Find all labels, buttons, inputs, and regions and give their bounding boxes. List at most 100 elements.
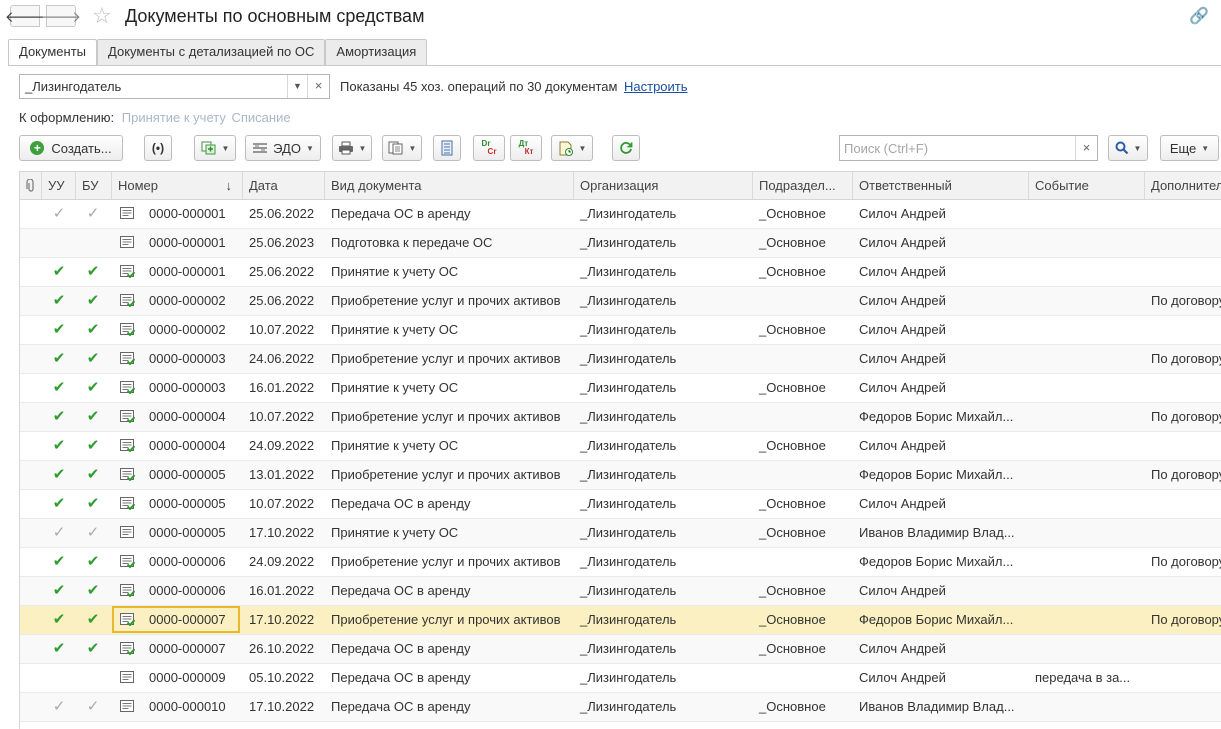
column-header-department[interactable]: Подраздел... [753, 172, 853, 199]
checkmark-icon: ✔ [86, 408, 100, 425]
cell-doc-type: Подготовка к передаче ОС [331, 235, 493, 250]
attachment-column-header[interactable] [20, 172, 42, 199]
organization-filter[interactable]: _Лизингодатель ▼ × [19, 74, 330, 99]
table-row[interactable]: ✔ ✔ 0000-000002 10.07.2022 Принятие к учету … [20, 316, 1221, 345]
chevron-down-icon: ▼ [408, 143, 417, 153]
table-row[interactable]: ✔ ✔ 0000-000003 24.06.2022 Приобретение услу… [20, 345, 1221, 374]
cell-event [1029, 432, 1145, 460]
cell-date: 10.07.2022 [249, 322, 315, 337]
cell-responsible: Федоров Борис Михайл... [859, 612, 1014, 627]
table-row[interactable]: 0000-000001 25.06.2023 Подготовка к переда… [20, 229, 1221, 258]
table-row[interactable]: ✔ ✔ 0000-000003 16.01.2022 Принятие к учету … [20, 374, 1221, 403]
edo-button[interactable]: ЭДО ▼ [245, 135, 321, 161]
column-header-bu[interactable]: БУ [76, 172, 112, 199]
printer-icon [338, 141, 353, 155]
table-row[interactable]: ✔ ✔ 0000-000001 25.06.2022 Принятие к учету … [20, 258, 1221, 287]
cell-responsible: Силоч Андрей [859, 496, 946, 511]
chevron-down-icon[interactable]: ▼ [287, 75, 307, 98]
cell-extra: По договору [1151, 293, 1221, 308]
print-button[interactable]: ▼ [332, 135, 372, 161]
tab-depreciation[interactable]: Амортизация [325, 39, 428, 65]
more-button-label: Еще [1169, 140, 1197, 156]
column-header-extra[interactable]: Дополнител [1145, 172, 1221, 199]
checkmark-icon: ✔ [52, 408, 66, 425]
cell-doc-type: Передача ОС в аренду [331, 641, 471, 656]
favorite-star-icon[interactable]: ☆ [92, 3, 112, 29]
table-row[interactable]: ✔ ✔ 0000-000006 24.09.2022 Приобретение услу… [20, 548, 1221, 577]
cell-extra [1145, 519, 1221, 547]
configure-link[interactable]: Настроить [624, 79, 688, 94]
table-row[interactable]: ✓ ✓ 0000-000005 17.10.2022 Принятие к учету … [20, 519, 1221, 548]
checkmark-icon: ✔ [86, 466, 100, 483]
column-header-doc-type[interactable]: Вид документа [325, 172, 574, 199]
chevron-down-icon: ▼ [221, 143, 230, 153]
table-row[interactable]: ✔ ✔ 0000-000005 13.01.2022 Приобретение услу… [20, 461, 1221, 490]
journal-icon [441, 140, 453, 156]
column-header-organization[interactable]: Организация [574, 172, 753, 199]
cell-number: 0000-000002 [149, 322, 226, 337]
dt-kt-ru-button[interactable]: Дт Кт [510, 135, 542, 161]
more-button[interactable]: Еще ▼ [1160, 135, 1219, 161]
dt-kt-button[interactable]: Dr Cr [473, 135, 505, 161]
table-row-selected[interactable]: ✔ ✔ 0000-000007 17.10.2022 Приобретение услу… [20, 606, 1221, 635]
create-button[interactable]: + Создать... [19, 135, 123, 161]
table-row[interactable]: ✔ ✔ 0000-000006 16.01.2022 Передача ОС в аре… [20, 577, 1221, 606]
dt-kt-icon: Dr Cr [481, 139, 497, 156]
table-row[interactable]: ✔ ✔ 0000-000007 26.10.2022 Передача ОС в аре… [20, 635, 1221, 664]
column-header-date[interactable]: Дата [243, 172, 325, 199]
draft-link-writeoff[interactable]: Списание [231, 110, 290, 125]
posted-document-icon [120, 555, 135, 568]
back-button[interactable]: 🡐 [5, 5, 45, 27]
table-row[interactable]: 0000-000009 05.10.2022 Передача ОС в аренд… [20, 664, 1221, 693]
checkmark-icon: ✔ [86, 263, 100, 280]
radio-exchange-button[interactable]: (•) [144, 135, 172, 161]
table-row[interactable]: ✔ ✔ 0000-000005 10.07.2022 Передача ОС в аре… [20, 490, 1221, 519]
journal-button[interactable] [433, 135, 461, 161]
cell-responsible: Силоч Андрей [859, 264, 946, 279]
tab-documents-detailed[interactable]: Документы с детализацией по ОС [97, 39, 326, 65]
forward-button[interactable]: 🡒 [41, 5, 81, 27]
column-header-responsible[interactable]: Ответственный [853, 172, 1029, 199]
cell-doc-type: Приобретение услуг и прочих активов [331, 409, 561, 424]
checkmark-icon: ✔ [52, 495, 66, 512]
column-header-number[interactable]: Номер ↓ [112, 172, 243, 199]
document-clock-icon [559, 141, 573, 156]
clear-search-icon[interactable]: × [1075, 136, 1097, 160]
checkmark-icon: ✔ [86, 553, 100, 570]
table-row[interactable]: ✔ ✔ 0000-000004 10.07.2022 Приобретение услу… [20, 403, 1221, 432]
posted-document-icon [120, 352, 135, 365]
table-row[interactable]: ✔ ✔ 0000-000002 25.06.2022 Приобретение услу… [20, 287, 1221, 316]
cell-number: 0000-000003 [149, 380, 226, 395]
table-row[interactable]: ✓ ✓ 0000-000010 17.10.2022 Передача ОС в аре… [20, 693, 1221, 722]
cell-doc-type: Принятие к учету ОС [331, 438, 459, 453]
column-header-event[interactable]: Событие [1029, 172, 1145, 199]
checkmark-icon: ✔ [52, 553, 66, 570]
create-based-on-button[interactable]: ▼ [194, 135, 236, 161]
column-header-uu[interactable]: УУ [42, 172, 76, 199]
cell-extra [1145, 432, 1221, 460]
cell-extra: По договору [1151, 409, 1221, 424]
cell-department: _Основное [759, 264, 826, 279]
clear-icon[interactable]: × [307, 75, 329, 98]
checkmark-icon: ✔ [86, 321, 100, 338]
search-input[interactable]: Поиск (Ctrl+F) × [839, 135, 1098, 161]
cell-doc-type: Приобретение услуг и прочих активов [331, 351, 561, 366]
link-icon[interactable]: 🔗 [1189, 6, 1209, 26]
checkmark-icon: ✓ [52, 524, 66, 541]
cell-number: 0000-000001 [149, 235, 226, 250]
cell-organization: _Лизингодатель [580, 641, 677, 656]
column-header-number-label: Номер [118, 178, 159, 193]
refresh-button[interactable] [612, 135, 640, 161]
draft-link-acceptance[interactable]: Принятие к учету [122, 110, 226, 125]
cell-responsible: Силоч Андрей [859, 235, 946, 250]
attached-files-button[interactable]: ▼ [551, 135, 593, 161]
search-options-button[interactable]: ▼ [1108, 135, 1148, 161]
tab-documents[interactable]: Документы [8, 39, 98, 66]
table-row[interactable]: ✔ ✔ 0000-000004 24.09.2022 Принятие к учету … [20, 432, 1221, 461]
checkmark-icon: ✓ [86, 205, 100, 222]
create-based-icon [201, 141, 216, 155]
table-row[interactable]: ✓ ✓ 0000-000001 25.06.2022 Передача ОС в аре… [20, 200, 1221, 229]
cell-number: 0000-000006 [149, 554, 226, 569]
cell-responsible: Силоч Андрей [859, 322, 946, 337]
reports-button[interactable]: ▼ [382, 135, 422, 161]
